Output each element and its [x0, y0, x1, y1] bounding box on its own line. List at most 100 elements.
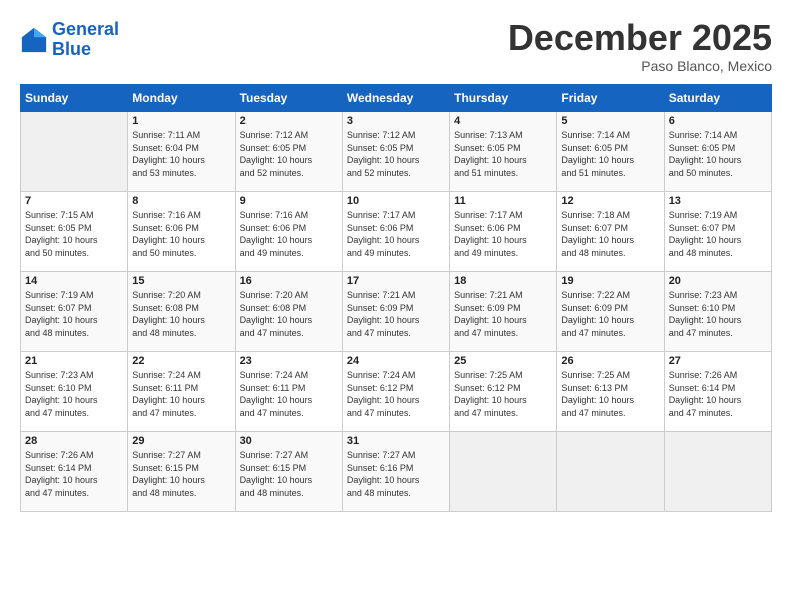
- day-number: 21: [25, 355, 123, 367]
- day-cell: 23 Sunrise: 7:24 AMSunset: 6:11 PMDayligh…: [235, 352, 342, 432]
- day-cell: 7 Sunrise: 7:15 AMSunset: 6:05 PMDaylight…: [21, 192, 128, 272]
- day-number: 18: [454, 275, 552, 287]
- header-cell-tuesday: Tuesday: [235, 85, 342, 112]
- day-number: 1: [132, 115, 230, 127]
- day-number: 4: [454, 115, 552, 127]
- day-cell: [21, 112, 128, 192]
- day-number: 3: [347, 115, 445, 127]
- day-info: Sunrise: 7:18 AMSunset: 6:07 PMDaylight:…: [561, 209, 659, 259]
- header-cell-monday: Monday: [128, 85, 235, 112]
- day-number: 31: [347, 435, 445, 447]
- day-cell: 1 Sunrise: 7:11 AMSunset: 6:04 PMDaylight…: [128, 112, 235, 192]
- day-number: 9: [240, 195, 338, 207]
- day-info: Sunrise: 7:26 AMSunset: 6:14 PMDaylight:…: [669, 369, 767, 419]
- day-info: Sunrise: 7:20 AMSunset: 6:08 PMDaylight:…: [240, 289, 338, 339]
- day-cell: 20 Sunrise: 7:23 AMSunset: 6:10 PMDayligh…: [664, 272, 771, 352]
- week-row-2: 7 Sunrise: 7:15 AMSunset: 6:05 PMDaylight…: [21, 192, 772, 272]
- day-number: 6: [669, 115, 767, 127]
- calendar-header: SundayMondayTuesdayWednesdayThursdayFrid…: [21, 85, 772, 112]
- week-row-3: 14Sunrise: 7:19 AMSunset: 6:07 PMDayligh…: [21, 272, 772, 352]
- day-number: 8: [132, 195, 230, 207]
- day-info: Sunrise: 7:19 AMSunset: 6:07 PMDaylight:…: [669, 209, 767, 259]
- week-row-4: 21 Sunrise: 7:23 AMSunset: 6:10 PMDayligh…: [21, 352, 772, 432]
- day-info: Sunrise: 7:11 AMSunset: 6:04 PMDaylight:…: [132, 129, 230, 179]
- day-cell: 6 Sunrise: 7:14 AMSunset: 6:05 PMDaylight…: [664, 112, 771, 192]
- day-info: Sunrise: 7:23 AMSunset: 6:10 PMDaylight:…: [669, 289, 767, 339]
- day-number: 23: [240, 355, 338, 367]
- day-cell: 27Sunrise: 7:26 AMSunset: 6:14 PMDayligh…: [664, 352, 771, 432]
- day-info: Sunrise: 7:15 AMSunset: 6:05 PMDaylight:…: [25, 209, 123, 259]
- day-cell: 28 Sunrise: 7:26 AMSunset: 6:14 PMDayligh…: [21, 432, 128, 512]
- day-cell: 31Sunrise: 7:27 AMSunset: 6:16 PMDayligh…: [342, 432, 449, 512]
- day-info: Sunrise: 7:23 AMSunset: 6:10 PMDaylight:…: [25, 369, 123, 419]
- day-info: Sunrise: 7:16 AMSunset: 6:06 PMDaylight:…: [240, 209, 338, 259]
- day-cell: [664, 432, 771, 512]
- day-cell: 21 Sunrise: 7:23 AMSunset: 6:10 PMDayligh…: [21, 352, 128, 432]
- day-info: Sunrise: 7:22 AMSunset: 6:09 PMDaylight:…: [561, 289, 659, 339]
- day-cell: 11Sunrise: 7:17 AMSunset: 6:06 PMDayligh…: [450, 192, 557, 272]
- day-number: 2: [240, 115, 338, 127]
- week-row-5: 28 Sunrise: 7:26 AMSunset: 6:14 PMDayligh…: [21, 432, 772, 512]
- day-cell: 5Sunrise: 7:14 AMSunset: 6:05 PMDaylight…: [557, 112, 664, 192]
- location-subtitle: Paso Blanco, Mexico: [508, 58, 772, 74]
- day-cell: 15 Sunrise: 7:20 AMSunset: 6:08 PMDayligh…: [128, 272, 235, 352]
- day-cell: 30 Sunrise: 7:27 AMSunset: 6:15 PMDayligh…: [235, 432, 342, 512]
- day-number: 28: [25, 435, 123, 447]
- day-cell: 18 Sunrise: 7:21 AMSunset: 6:09 PMDayligh…: [450, 272, 557, 352]
- day-number: 20: [669, 275, 767, 287]
- day-number: 29: [132, 435, 230, 447]
- calendar-table: SundayMondayTuesdayWednesdayThursdayFrid…: [20, 84, 772, 512]
- day-cell: 3Sunrise: 7:12 AMSunset: 6:05 PMDaylight…: [342, 112, 449, 192]
- header-cell-friday: Friday: [557, 85, 664, 112]
- day-info: Sunrise: 7:27 AMSunset: 6:15 PMDaylight:…: [132, 449, 230, 499]
- month-title: December 2025: [508, 20, 772, 56]
- day-info: Sunrise: 7:25 AMSunset: 6:12 PMDaylight:…: [454, 369, 552, 419]
- day-cell: 24Sunrise: 7:24 AMSunset: 6:12 PMDayligh…: [342, 352, 449, 432]
- page-header: General Blue December 2025 Paso Blanco, …: [20, 20, 772, 74]
- day-info: Sunrise: 7:24 AMSunset: 6:11 PMDaylight:…: [132, 369, 230, 419]
- day-number: 14: [25, 275, 123, 287]
- day-cell: 4 Sunrise: 7:13 AMSunset: 6:05 PMDaylight…: [450, 112, 557, 192]
- day-info: Sunrise: 7:20 AMSunset: 6:08 PMDaylight:…: [132, 289, 230, 339]
- header-cell-sunday: Sunday: [21, 85, 128, 112]
- day-number: 16: [240, 275, 338, 287]
- day-cell: 9 Sunrise: 7:16 AMSunset: 6:06 PMDaylight…: [235, 192, 342, 272]
- header-cell-wednesday: Wednesday: [342, 85, 449, 112]
- day-cell: 12Sunrise: 7:18 AMSunset: 6:07 PMDayligh…: [557, 192, 664, 272]
- day-info: Sunrise: 7:13 AMSunset: 6:05 PMDaylight:…: [454, 129, 552, 179]
- week-row-1: 1 Sunrise: 7:11 AMSunset: 6:04 PMDaylight…: [21, 112, 772, 192]
- day-info: Sunrise: 7:16 AMSunset: 6:06 PMDaylight:…: [132, 209, 230, 259]
- day-cell: 17 Sunrise: 7:21 AMSunset: 6:09 PMDayligh…: [342, 272, 449, 352]
- day-info: Sunrise: 7:14 AMSunset: 6:05 PMDaylight:…: [669, 129, 767, 179]
- day-cell: 29 Sunrise: 7:27 AMSunset: 6:15 PMDayligh…: [128, 432, 235, 512]
- calendar-body: 1 Sunrise: 7:11 AMSunset: 6:04 PMDaylight…: [21, 112, 772, 512]
- day-number: 30: [240, 435, 338, 447]
- day-cell: 2Sunrise: 7:12 AMSunset: 6:05 PMDaylight…: [235, 112, 342, 192]
- day-info: Sunrise: 7:27 AMSunset: 6:15 PMDaylight:…: [240, 449, 338, 499]
- day-number: 15: [132, 275, 230, 287]
- day-info: Sunrise: 7:26 AMSunset: 6:14 PMDaylight:…: [25, 449, 123, 499]
- day-cell: 22 Sunrise: 7:24 AMSunset: 6:11 PMDayligh…: [128, 352, 235, 432]
- day-number: 5: [561, 115, 659, 127]
- day-number: 17: [347, 275, 445, 287]
- day-number: 7: [25, 195, 123, 207]
- day-info: Sunrise: 7:21 AMSunset: 6:09 PMDaylight:…: [454, 289, 552, 339]
- day-info: Sunrise: 7:24 AMSunset: 6:11 PMDaylight:…: [240, 369, 338, 419]
- day-number: 22: [132, 355, 230, 367]
- logo-icon: [20, 26, 48, 54]
- day-number: 19: [561, 275, 659, 287]
- day-cell: 14Sunrise: 7:19 AMSunset: 6:07 PMDayligh…: [21, 272, 128, 352]
- day-cell: 16 Sunrise: 7:20 AMSunset: 6:08 PMDayligh…: [235, 272, 342, 352]
- day-cell: 19 Sunrise: 7:22 AMSunset: 6:09 PMDayligh…: [557, 272, 664, 352]
- header-row: SundayMondayTuesdayWednesdayThursdayFrid…: [21, 85, 772, 112]
- logo: General Blue: [20, 20, 119, 60]
- day-cell: 25Sunrise: 7:25 AMSunset: 6:12 PMDayligh…: [450, 352, 557, 432]
- day-number: 24: [347, 355, 445, 367]
- day-cell: [557, 432, 664, 512]
- day-info: Sunrise: 7:21 AMSunset: 6:09 PMDaylight:…: [347, 289, 445, 339]
- day-cell: 13Sunrise: 7:19 AMSunset: 6:07 PMDayligh…: [664, 192, 771, 272]
- day-cell: 10Sunrise: 7:17 AMSunset: 6:06 PMDayligh…: [342, 192, 449, 272]
- day-number: 10: [347, 195, 445, 207]
- day-info: Sunrise: 7:25 AMSunset: 6:13 PMDaylight:…: [561, 369, 659, 419]
- day-number: 11: [454, 195, 552, 207]
